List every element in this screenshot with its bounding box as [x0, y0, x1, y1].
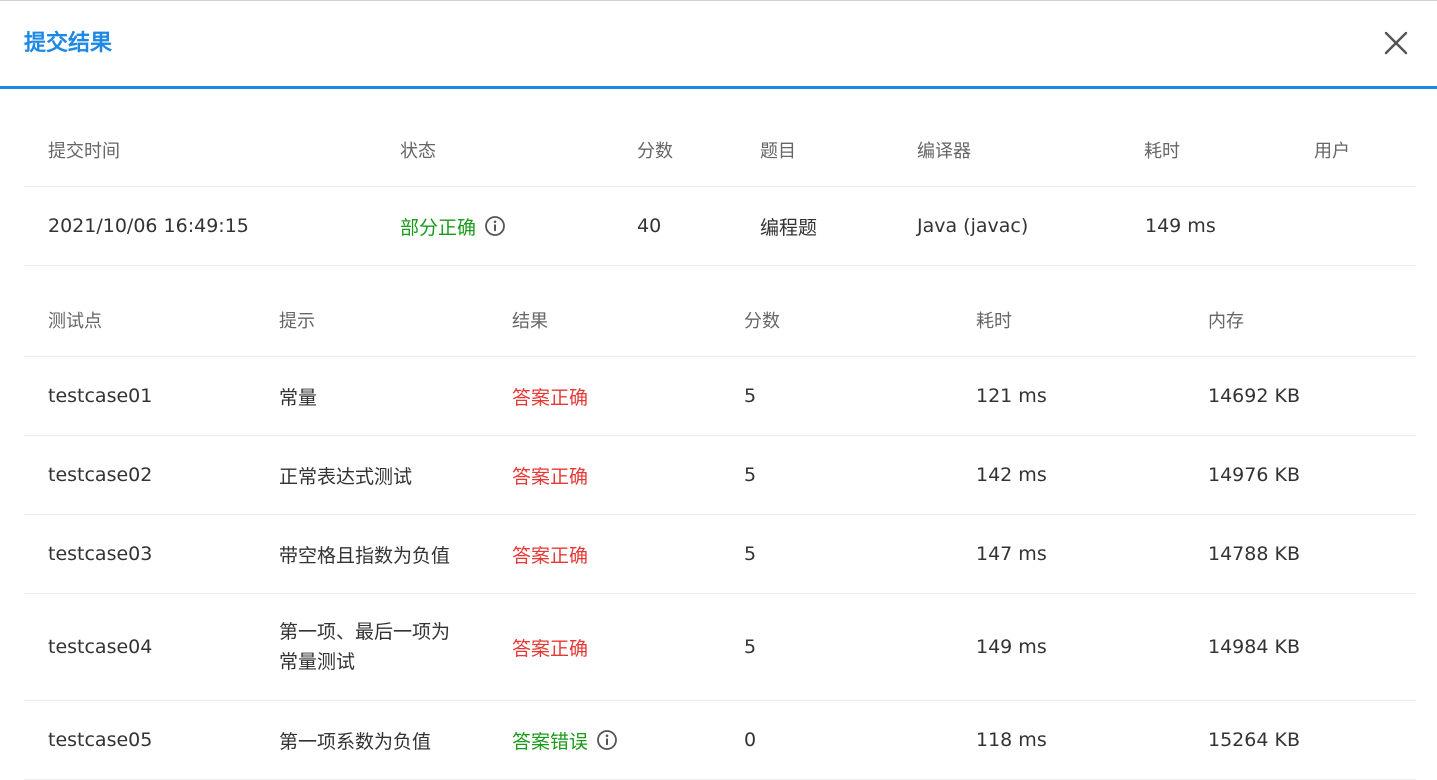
testcase-header-score: 分数	[744, 310, 780, 332]
submission-compiler: Java (javac)	[917, 215, 1029, 237]
summary-header-time: 提交时间	[48, 140, 120, 162]
testcase-score: 5	[744, 385, 757, 407]
testcase-memory: 14984 KB	[1208, 636, 1300, 658]
summary-header-score: 分数	[637, 140, 673, 162]
testcase-result: 答案正确	[512, 386, 589, 409]
testcase-header-memory: 内存	[1208, 310, 1244, 332]
testcase-time: 121 ms	[976, 385, 1047, 407]
testcase-time: 142 ms	[976, 464, 1047, 486]
submission-status: 部分正确	[400, 187, 506, 265]
testcase-result: 答案正确	[512, 465, 589, 488]
table-row: testcase01 常量 答案正确 5 121 ms 14692 KB	[24, 357, 1416, 436]
testcase-score: 5	[744, 543, 757, 565]
summary-header-user: 用户	[1314, 140, 1350, 162]
testcase-result-text: 答案错误	[512, 730, 589, 753]
summary-row: 2021/10/06 16:49:15 部分正确 40 编程题 Java (ja…	[24, 187, 1416, 266]
info-icon[interactable]	[596, 729, 618, 751]
info-icon[interactable]	[484, 215, 506, 237]
close-button[interactable]	[1380, 27, 1412, 59]
summary-table-header: 提交时间 状态 分数 题目 编译器 耗时 用户	[24, 113, 1416, 187]
summary-header-problem: 题目	[760, 140, 796, 162]
testcase-time: 147 ms	[976, 543, 1047, 565]
testcase-table-header: 测试点 提示 结果 分数 耗时 内存	[24, 283, 1416, 357]
testcase-result: 答案错误	[512, 701, 618, 779]
submission-problem: 编程题	[760, 216, 818, 239]
summary-header-elapsed: 耗时	[1144, 140, 1180, 162]
testcase-score: 0	[744, 729, 757, 751]
testcase-header-hint: 提示	[279, 310, 315, 332]
testcase-hint: 第一项、最后一项为 常量测试	[279, 594, 450, 700]
testcase-hint-line: 第一项、最后一项为	[279, 621, 451, 643]
testcase-id: testcase01	[48, 385, 153, 407]
testcase-result: 答案正确	[512, 637, 589, 660]
testcase-hint: 带空格且指数为负值	[279, 544, 451, 567]
testcase-id: testcase04	[48, 636, 153, 658]
testcase-header-result: 结果	[512, 310, 548, 332]
testcase-hint: 常量	[279, 386, 318, 409]
testcase-time: 118 ms	[976, 729, 1047, 751]
table-row: testcase05 第一项系数为负值 答案错误 0 118 ms 15264 …	[24, 701, 1416, 780]
testcase-hint: 第一项系数为负值	[279, 730, 432, 753]
testcase-header-time: 耗时	[976, 310, 1012, 332]
testcase-result: 答案正确	[512, 544, 589, 567]
testcase-hint-line: 常量测试	[279, 651, 356, 673]
testcase-memory: 14692 KB	[1208, 385, 1300, 407]
testcase-time: 149 ms	[976, 636, 1047, 658]
close-icon[interactable]	[1380, 27, 1412, 59]
testcase-id: testcase03	[48, 543, 153, 565]
testcase-memory: 14976 KB	[1208, 464, 1300, 486]
submission-result-dialog: 提交结果 提交时间 状态 分数 题目 编译器 耗时 用户 2021/10/06 …	[0, 0, 1437, 780]
submission-score: 40	[637, 215, 662, 237]
testcase-memory: 14788 KB	[1208, 543, 1300, 565]
submission-elapsed: 149 ms	[1145, 215, 1216, 237]
table-row: testcase04 第一项、最后一项为 常量测试 答案正确 5 149 ms …	[24, 594, 1416, 701]
testcase-hint: 正常表达式测试	[279, 465, 413, 488]
table-row: testcase03 带空格且指数为负值 答案正确 5 147 ms 14788…	[24, 515, 1416, 594]
table-row: testcase02 正常表达式测试 答案正确 5 142 ms 14976 K…	[24, 436, 1416, 515]
submission-status-text: 部分正确	[400, 216, 477, 239]
dialog-title: 提交结果	[24, 31, 113, 56]
summary-header-status: 状态	[400, 140, 436, 162]
testcase-score: 5	[744, 636, 757, 658]
testcase-score: 5	[744, 464, 757, 486]
testcase-id: testcase02	[48, 464, 153, 486]
testcase-id: testcase05	[48, 729, 153, 751]
testcase-memory: 15264 KB	[1208, 729, 1300, 751]
dialog-header: 提交结果	[0, 1, 1437, 89]
submission-time: 2021/10/06 16:49:15	[48, 215, 249, 237]
testcase-header-id: 测试点	[48, 310, 102, 332]
summary-header-compiler: 编译器	[917, 140, 971, 162]
